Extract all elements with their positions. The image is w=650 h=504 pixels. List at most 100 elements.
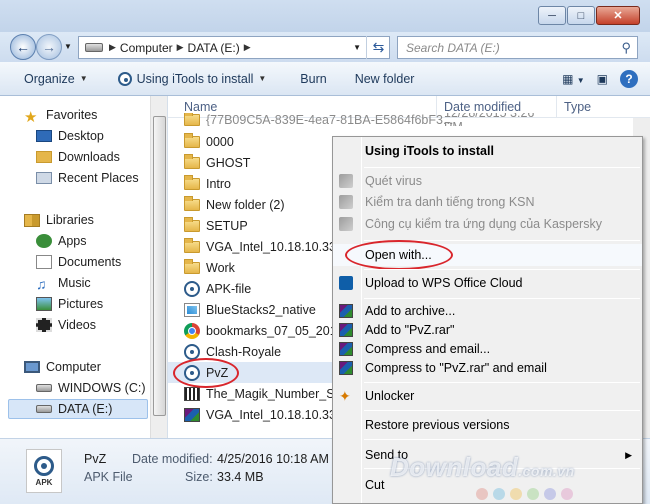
sidebar-item-label: WINDOWS (C:) <box>58 381 146 395</box>
file-row[interactable]: {77B09C5A-839E-4ea7-81BA-E5864f6bF3... 1… <box>168 113 548 126</box>
computer-icon <box>24 361 40 373</box>
file-name: GHOST <box>206 155 251 170</box>
burn-button[interactable]: Burn <box>300 72 326 86</box>
sidebar-favorites[interactable]: ★ Favorites <box>24 105 97 126</box>
sidebar-item-downloads[interactable]: Downloads <box>36 147 120 167</box>
menu-item-scan-virus[interactable]: Quét virus <box>333 170 642 192</box>
breadcrumb-drive[interactable]: DATA (E:) <box>188 41 240 55</box>
breadcrumb-computer[interactable]: Computer <box>120 41 173 55</box>
apk-file-icon <box>184 343 200 360</box>
menu-item-unlocker[interactable]: ✦ Unlocker <box>333 385 642 407</box>
sidebar-item-recent-places[interactable]: Recent Places <box>36 168 139 188</box>
menu-item-kaspersky-app-check[interactable]: Công cụ kiểm tra ứng dụng của Kaspersky <box>333 213 642 235</box>
menu-separator <box>364 382 640 383</box>
breadcrumb-arrow-icon[interactable]: ▶ <box>177 42 184 53</box>
menu-item-label: Add to archive... <box>365 304 456 318</box>
details-date-label: Date modified: <box>132 452 213 466</box>
burn-label: Burn <box>300 71 327 86</box>
itools-install-button[interactable]: Using iTools to install ▼ <box>117 71 267 86</box>
drive-icon <box>36 384 52 392</box>
file-name: Work <box>206 260 235 275</box>
menu-item-label: Using iTools to install <box>365 144 494 158</box>
sidebar-item-videos[interactable]: Videos <box>36 315 96 335</box>
column-date-modified[interactable]: Date modified <box>444 100 521 114</box>
bluestacks-icon <box>184 302 200 317</box>
downloads-icon <box>36 151 52 163</box>
sidebar-item-label: Desktop <box>58 129 104 143</box>
maximize-button[interactable]: □ <box>567 6 595 25</box>
folder-icon <box>184 153 200 169</box>
file-date: 12/28/2015 3:26 PM <box>444 113 548 126</box>
navigation-bar: ← → ▼ ▶ Computer ▶ DATA (E:) ▶ ▼ ⇆ Searc… <box>0 32 650 62</box>
search-input[interactable]: Search DATA (E:) ⚲ <box>397 36 638 59</box>
icon-caption: APK <box>35 477 53 487</box>
file-name: bookmarks_07_05_2016 <box>206 323 344 338</box>
sidebar-item-documents[interactable]: Documents <box>36 252 121 272</box>
sidebar-computer[interactable]: Computer <box>24 357 101 377</box>
pvz-highlight-ring <box>173 358 239 388</box>
menu-separator <box>364 269 640 270</box>
sidebar-item-music[interactable]: ♫ Music <box>36 273 91 293</box>
file-name: SETUP <box>206 218 248 233</box>
menu-item-label: Compress to "PvZ.rar" and email <box>365 361 547 375</box>
file-name: 0000 <box>206 134 234 149</box>
preview-pane-icon[interactable]: ▣ <box>597 72 608 86</box>
navigation-scrollbar[interactable] <box>150 96 167 438</box>
sidebar-item-windows-drive[interactable]: WINDOWS (C:) <box>36 378 145 398</box>
folder-icon <box>184 195 200 211</box>
folder-icon <box>184 174 200 190</box>
menu-item-compress-pvz-email[interactable]: Compress to "PvZ.rar" and email <box>333 357 642 379</box>
column-type[interactable]: Type <box>564 100 591 114</box>
sidebar-libraries[interactable]: Libraries <box>24 210 94 230</box>
sidebar-item-desktop[interactable]: Desktop <box>36 126 104 146</box>
menu-item-label: Upload to WPS Office Cloud <box>365 276 523 290</box>
menu-item-restore-previous-versions[interactable]: Restore previous versions <box>333 414 642 436</box>
view-options-icon[interactable]: ▦ ▼ <box>562 72 585 86</box>
sidebar-item-pictures[interactable]: Pictures <box>36 294 103 314</box>
folder-icon <box>184 132 200 148</box>
menu-item-upload-wps-cloud[interactable]: Upload to WPS Office Cloud <box>333 272 642 294</box>
menu-item-itools-install[interactable]: Using iTools to install <box>333 140 642 162</box>
column-name[interactable]: Name <box>184 100 217 114</box>
address-dropdown-icon[interactable]: ▼ <box>353 43 361 52</box>
videos-icon <box>36 318 52 332</box>
sidebar-item-label: Pictures <box>58 297 104 311</box>
dropdown-icon: ▼ <box>258 74 267 83</box>
kaspersky-icon <box>339 174 353 188</box>
music-icon: ♫ <box>36 276 47 292</box>
menu-item-label: Unlocker <box>365 389 415 403</box>
breadcrumb-arrow-icon[interactable]: ▶ <box>109 42 116 53</box>
explorer-window: ─ □ ✕ ← → ▼ ▶ Computer ▶ DATA (E:) ▶ ▼ ⇆… <box>0 0 650 504</box>
sidebar-item-apps[interactable]: Apps <box>36 231 87 251</box>
minimize-button[interactable]: ─ <box>538 6 566 25</box>
sidebar-item-label: Documents <box>58 255 122 269</box>
sidebar-item-data-drive[interactable]: DATA (E:) <box>8 399 148 419</box>
organize-button[interactable]: Organize ▼ <box>24 72 88 86</box>
file-name: VGA_Intel_10.18.10.3383 <box>206 407 350 422</box>
forward-button[interactable]: → <box>36 34 62 60</box>
new-folder-button[interactable]: New folder <box>355 72 415 86</box>
breadcrumb-arrow-icon[interactable]: ▶ <box>244 42 251 53</box>
scrollbar-thumb[interactable] <box>153 116 166 416</box>
title-bar: ─ □ ✕ <box>0 0 650 32</box>
help-icon[interactable]: ? <box>620 70 638 88</box>
menu-item-label: Công cụ kiểm tra ứng dụng của Kaspersky <box>365 217 602 231</box>
star-icon: ★ <box>24 109 38 126</box>
pictures-icon <box>36 297 52 311</box>
back-button[interactable]: ← <box>10 34 36 60</box>
column-divider[interactable] <box>556 96 557 118</box>
apk-file-icon <box>184 280 200 297</box>
refresh-button[interactable]: ⇆ <box>366 36 390 59</box>
details-date-value: 4/25/2016 10:18 AM <box>217 452 329 466</box>
organize-label: Organize <box>24 71 75 86</box>
file-name: APK-file <box>206 281 252 296</box>
recent-places-icon <box>36 172 52 184</box>
kaspersky-icon <box>339 217 353 231</box>
recent-pages-chevron-icon[interactable]: ▼ <box>64 42 72 51</box>
search-placeholder: Search DATA (E:) <box>406 40 500 55</box>
sidebar-item-label: Apps <box>58 234 87 248</box>
watermark-text: Download <box>390 452 519 482</box>
address-bar[interactable]: ▶ Computer ▶ DATA (E:) ▶ ▼ <box>78 36 390 59</box>
menu-item-ksn-reputation[interactable]: Kiểm tra danh tiếng trong KSN <box>333 191 642 213</box>
close-button[interactable]: ✕ <box>596 6 640 25</box>
